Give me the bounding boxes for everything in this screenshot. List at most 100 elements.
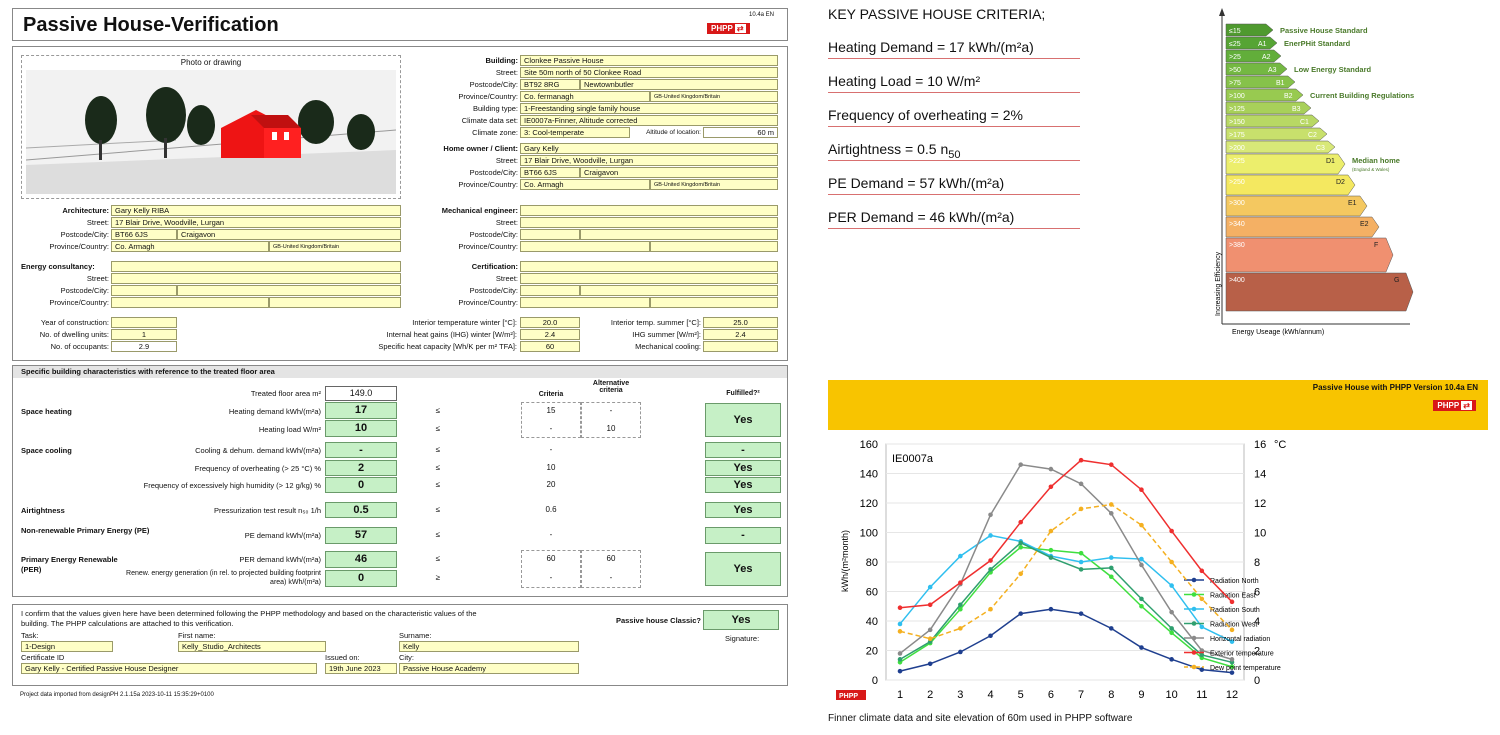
climate-header: Passive House with PHPP Version 10.4a EN…: [828, 380, 1488, 430]
doc-title: Passive House-Verification: [23, 14, 279, 36]
energy-province-field[interactable]: [111, 297, 269, 308]
int-temp-summer-field[interactable]: 25.0: [703, 317, 778, 328]
epc-band-note: Low Energy Standard: [1294, 65, 1372, 74]
mech-street-field[interactable]: [520, 217, 778, 228]
heat-cap-field[interactable]: 60: [520, 341, 580, 352]
criteria-row-per: PER Demand = 46 kWh/(m²a): [828, 207, 1080, 229]
city-field-cert[interactable]: Passive House Academy: [399, 663, 579, 674]
owner-province-label: Province/Country:: [458, 180, 518, 189]
arch-postcode-field[interactable]: BT66 6JS: [111, 229, 177, 240]
energy-country-field[interactable]: [269, 297, 401, 308]
per-demand-label: PER demand kWh/(m²a): [239, 555, 321, 564]
legend-label: Radiation North: [1210, 578, 1259, 585]
owner-city-field[interactable]: Craigavon: [580, 167, 778, 178]
cert-country-field[interactable]: [650, 297, 778, 308]
street-field[interactable]: Site 50m north of 50 Clonkee Road: [520, 67, 778, 78]
series-point: [988, 567, 993, 572]
series-point: [1139, 522, 1144, 528]
y2-tick-label: 8: [1254, 557, 1260, 569]
cert-city-field[interactable]: [580, 285, 778, 296]
mech-country-field[interactable]: [650, 241, 778, 252]
y2-tick-label: 0: [1254, 675, 1260, 687]
province-field[interactable]: Co. fermanagh: [520, 91, 650, 102]
arch-city-field[interactable]: Craigavon: [177, 229, 401, 240]
epc-band-grade: F: [1374, 242, 1378, 249]
year-field[interactable]: [111, 317, 177, 328]
climate-data-field[interactable]: IE0007a-Finner, Altitude corrected: [520, 115, 778, 126]
series-point: [1199, 624, 1205, 630]
cert-province-field[interactable]: [520, 297, 650, 308]
building-type-field[interactable]: 1-Freestanding single family house: [520, 103, 778, 114]
first-name-field[interactable]: Kelly_Studio_Architects: [178, 641, 326, 652]
surname-field[interactable]: Kelly: [399, 641, 579, 652]
occupants-field[interactable]: 2.9: [111, 341, 177, 352]
certid-field[interactable]: Gary Kelly - Certified Passive House Des…: [21, 663, 317, 674]
architecture-field[interactable]: Gary Kelly RIBA: [111, 205, 401, 216]
owner-country-field[interactable]: GB-United Kingdom/Britain: [650, 179, 778, 190]
mech-city-field[interactable]: [580, 229, 778, 240]
series-point: [1018, 540, 1024, 546]
energy-city-field[interactable]: [177, 285, 401, 296]
legend-marker: [1191, 621, 1197, 626]
int-temp-winter-field[interactable]: 20.0: [520, 317, 580, 328]
series-point: [1199, 652, 1205, 658]
city-field[interactable]: Newtownbutler: [580, 79, 778, 90]
chart-phpp-logo: PHPP: [836, 690, 866, 700]
units-field[interactable]: 1: [111, 329, 177, 340]
arch-street-field[interactable]: 17 Blair Drive, Woodville, Lurgan: [111, 217, 401, 228]
mech-province-field[interactable]: [520, 241, 650, 252]
cert-street-field[interactable]: [520, 273, 778, 284]
series-point: [988, 633, 993, 639]
energy-field[interactable]: [111, 261, 401, 272]
section-title: Specific building characteristics with r…: [13, 366, 787, 378]
arch-province-field[interactable]: Co. Armagh: [111, 241, 269, 252]
owner-field[interactable]: Gary Kelly: [520, 143, 778, 154]
footer-note: Project data imported from designPH 2.1.…: [20, 692, 214, 698]
altitude-field[interactable]: 60 m: [703, 127, 778, 138]
overheating-op: ≤: [435, 463, 441, 472]
heating-load-alt: 10: [606, 424, 616, 433]
epc-band-code: >75: [1229, 80, 1241, 87]
series-point: [1078, 559, 1084, 565]
issued-field[interactable]: 19th June 2023: [325, 663, 397, 674]
series-point: [1169, 528, 1174, 534]
heating-demand-op: ≤: [435, 406, 441, 415]
epc-band-code: >100: [1229, 93, 1245, 100]
owner-province-field[interactable]: Co. Armagh: [520, 179, 650, 190]
epc-band-grade: D2: [1336, 179, 1345, 186]
x-tick-label: 12: [1226, 689, 1238, 701]
arch-country-field[interactable]: GB-United Kingdom/Britain: [269, 241, 401, 252]
cert-postcode-field[interactable]: [520, 285, 580, 296]
postcode-field[interactable]: BT92 8RG: [520, 79, 580, 90]
country-field[interactable]: GB-United Kingdom/Britain: [650, 91, 778, 102]
epc-band-code: ≤25: [1229, 41, 1241, 48]
owner-street-field[interactable]: 17 Blair Drive, Woodville, Lurgan: [520, 155, 778, 166]
verification-document: Passive House-Verification 10.4a EN PHPP…: [12, 8, 788, 708]
mech-postcode-field[interactable]: [520, 229, 580, 240]
epc-band-grade: C3: [1316, 145, 1325, 152]
energy-postcode-field[interactable]: [111, 285, 177, 296]
y2-tick-label: 16: [1254, 439, 1266, 451]
climate-zone-label: Climate zone:: [472, 128, 518, 137]
ihg-summer-field[interactable]: 2.4: [703, 329, 778, 340]
legend-marker: [1191, 664, 1197, 670]
ihg-winter-field[interactable]: 2.4: [520, 329, 580, 340]
y-tick-label: 100: [860, 528, 878, 540]
confirmation-frame: I confirm that the values given here hav…: [12, 604, 788, 686]
mech-field[interactable]: [520, 205, 778, 216]
mech-cooling-field[interactable]: [703, 341, 778, 352]
criteria-row-overheating: Frequency of overheating = 2%: [828, 105, 1080, 127]
epc-band-grade: C2: [1308, 132, 1317, 139]
building-field[interactable]: Clonkee Passive House: [520, 55, 778, 66]
x-tick-label: 3: [957, 689, 963, 701]
classic-label: Passive house Classic?: [615, 616, 701, 625]
heating-load-crit: -: [549, 424, 553, 433]
occupants-label: No. of occupants:: [50, 342, 109, 351]
cooling-demand-value: -: [325, 442, 397, 458]
energy-street-field[interactable]: [111, 273, 401, 284]
climate-chart: 02040608010012014016002468101214161 2 3 4 5 6…: [828, 432, 1488, 702]
task-field[interactable]: 1-Design: [21, 641, 113, 652]
cert-field[interactable]: [520, 261, 778, 272]
owner-postcode-field[interactable]: BT66 6JS: [520, 167, 580, 178]
y-tick-label: 80: [866, 557, 878, 569]
